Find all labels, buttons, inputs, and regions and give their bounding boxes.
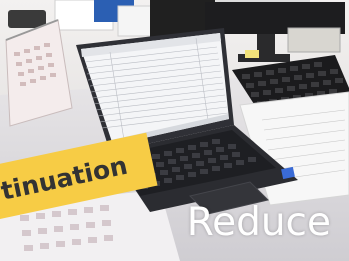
- photo-frame: tinuation Reduce: [0, 0, 349, 261]
- background-dark-object: [8, 10, 46, 28]
- reduce-caption: Reduce: [186, 200, 331, 245]
